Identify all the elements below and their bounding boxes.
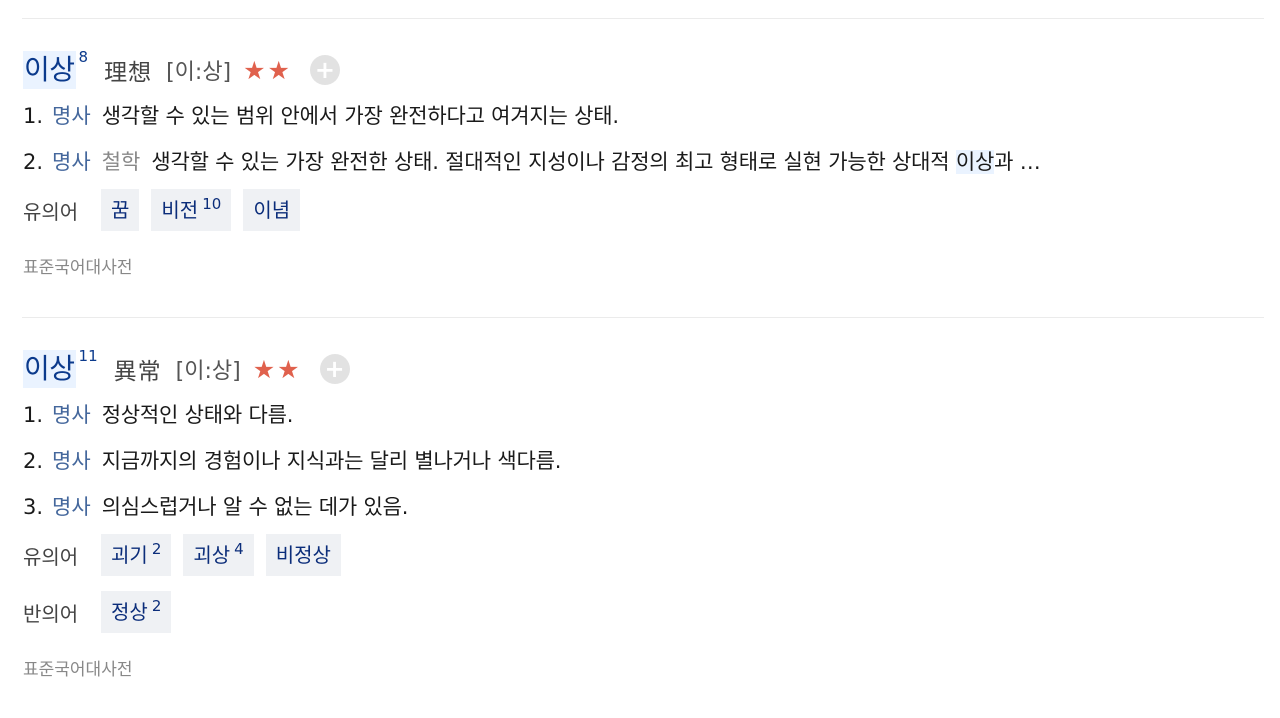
synonym-chip[interactable]: 이념 xyxy=(243,189,301,231)
synonym-label: 유의어 xyxy=(23,199,79,224)
headword-link[interactable]: 이상 xyxy=(23,350,76,388)
synonym-row: 유의어 꿈 비전 10 이념 xyxy=(23,189,1264,231)
entry-header: 이상 11 異常 [이:상] ★★ + xyxy=(23,347,1264,389)
definition-item: 2. 명사 철학 생각할 수 있는 가장 완전한 상태. 절대적인 지성이나 감… xyxy=(23,139,1264,185)
synonym-row: 유의어 괴기 2 괴상 4 비정상 xyxy=(23,534,1264,576)
part-of-speech: 명사 xyxy=(52,449,91,473)
antonym-label: 반의어 xyxy=(23,601,79,626)
add-to-wordbook-icon[interactable]: + xyxy=(319,354,350,384)
definition-number: 1. xyxy=(23,104,44,128)
homonym-number: 2 xyxy=(151,540,162,558)
homonym-number: 11 xyxy=(78,347,98,365)
definition-item: 1. 명사 정상적인 상태와 다름. xyxy=(23,392,1264,438)
definition-text: 정상적인 상태와 다름. xyxy=(101,403,294,427)
definition-number: 1. xyxy=(23,403,44,427)
definition-number: 3. xyxy=(23,495,44,519)
part-of-speech: 명사 xyxy=(52,403,91,427)
part-of-speech: 명사 xyxy=(52,104,91,128)
entry-divider xyxy=(22,317,1264,318)
definition-text: 생각할 수 있는 범위 안에서 가장 완전하다고 여겨지는 상태. xyxy=(101,104,619,128)
homonym-number: 8 xyxy=(78,48,89,66)
definition-item: 3. 명사 의심스럽거나 알 수 없는 데가 있음. xyxy=(23,484,1264,530)
hanja: 異常 xyxy=(113,359,162,385)
add-to-wordbook-icon[interactable]: + xyxy=(309,55,340,85)
antonym-row: 반의어 정상 2 xyxy=(23,591,1264,633)
importance-stars: ★★ xyxy=(252,354,302,384)
antonym-chip[interactable]: 정상 2 xyxy=(101,591,172,633)
part-of-speech: 명사 xyxy=(52,150,91,174)
pronunciation: [이:상] xyxy=(175,359,241,384)
dictionary-entry: 이상 11 異常 [이:상] ★★ + 1. 명사 정상적인 상태와 다름. 2… xyxy=(23,347,1264,680)
synonym-chip[interactable]: 비정상 xyxy=(265,534,341,576)
highlighted-term: 이상 xyxy=(955,150,995,174)
homonym-number: 4 xyxy=(234,540,244,558)
pronunciation: [이:상] xyxy=(166,60,232,85)
synonym-chip[interactable]: 꿈 xyxy=(101,189,140,231)
synonym-chip[interactable]: 괴상 4 xyxy=(183,534,254,576)
definition-number: 2. xyxy=(23,449,44,473)
headword-link[interactable]: 이상 xyxy=(23,51,76,89)
top-divider xyxy=(22,18,1264,19)
definition-number: 2. xyxy=(23,150,44,174)
synonym-chip[interactable]: 괴기 2 xyxy=(101,534,172,576)
part-of-speech: 명사 xyxy=(52,495,91,519)
synonym-label: 유의어 xyxy=(23,544,79,569)
synonym-chip[interactable]: 비전 10 xyxy=(151,189,232,231)
entry-header: 이상 8 理想 [이:상] ★★ + xyxy=(23,48,1264,90)
definition-text: 의심스럽거나 알 수 없는 데가 있음. xyxy=(101,495,409,519)
homonym-number: 10 xyxy=(202,195,222,213)
hanja: 理想 xyxy=(104,60,153,86)
definition-text: 지금까지의 경험이나 지식과는 달리 별나거나 색다름. xyxy=(101,449,562,473)
source-link[interactable]: 표준국어대사전 xyxy=(23,655,1264,680)
homonym-number: 2 xyxy=(151,597,162,615)
definition-text: 생각할 수 있는 가장 완전한 상태. 절대적인 지성이나 감정의 최고 형태로… xyxy=(151,150,1041,174)
definition-item: 2. 명사 지금까지의 경험이나 지식과는 달리 별나거나 색다름. xyxy=(23,438,1264,484)
subject-field: 철학 xyxy=(101,150,141,174)
source-link[interactable]: 표준국어대사전 xyxy=(23,253,1264,278)
importance-stars: ★★ xyxy=(243,55,292,85)
definition-item: 1. 명사 생각할 수 있는 범위 안에서 가장 완전하다고 여겨지는 상태. xyxy=(23,93,1264,139)
dictionary-entry: 이상 8 理想 [이:상] ★★ + 1. 명사 생각할 수 있는 범위 안에서… xyxy=(23,48,1264,278)
